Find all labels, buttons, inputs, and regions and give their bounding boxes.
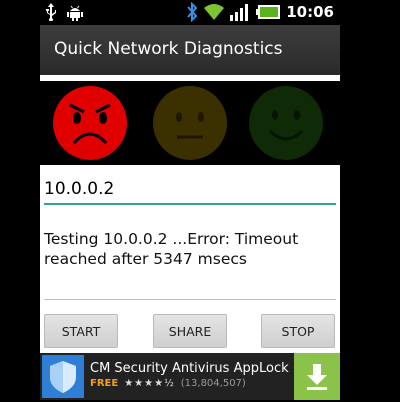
stop-button[interactable]: STOP <box>261 314 335 348</box>
result-text: Testing 10.0.0.2 ...Error: Timeout reach… <box>44 230 299 268</box>
input-underline <box>44 203 336 205</box>
download-icon[interactable] <box>294 353 340 400</box>
sad-face-icon <box>52 85 128 161</box>
ad-title: CM Security Antivirus AppLock <box>90 361 289 376</box>
clock: 10:06 <box>286 3 334 21</box>
happy-face-icon <box>248 85 324 161</box>
app-title: Quick Network Diagnostics <box>54 39 283 59</box>
status-faces <box>40 81 340 165</box>
review-count: (13,804,507) <box>180 378 246 389</box>
usb-icon <box>44 3 58 21</box>
wifi-icon <box>204 3 225 21</box>
ad-price: FREE <box>90 378 119 389</box>
divider <box>44 299 336 300</box>
android-debug-icon <box>66 3 84 21</box>
signal-icon <box>230 3 250 21</box>
battery-icon <box>256 5 281 19</box>
ip-address-input[interactable] <box>44 175 332 203</box>
content-panel: Testing 10.0.0.2 ...Error: Timeout reach… <box>40 165 340 353</box>
neutral-face-icon <box>152 85 228 161</box>
rating-stars: ★★★★½ <box>124 378 175 389</box>
app-screen: 10:06 Quick Network Diagnostics 10.0.0.2… <box>40 0 340 400</box>
share-button[interactable]: SHARE <box>153 314 227 348</box>
start-button[interactable]: START <box>44 314 118 348</box>
action-bar: Quick Network Diagnostics <box>40 25 340 75</box>
bluetooth-icon <box>186 2 198 22</box>
status-bar: 10:06 <box>40 0 340 25</box>
ad-banner[interactable]: CM Security Antivirus AppLock FREE ★★★★½… <box>40 353 340 400</box>
shield-icon <box>42 355 84 398</box>
